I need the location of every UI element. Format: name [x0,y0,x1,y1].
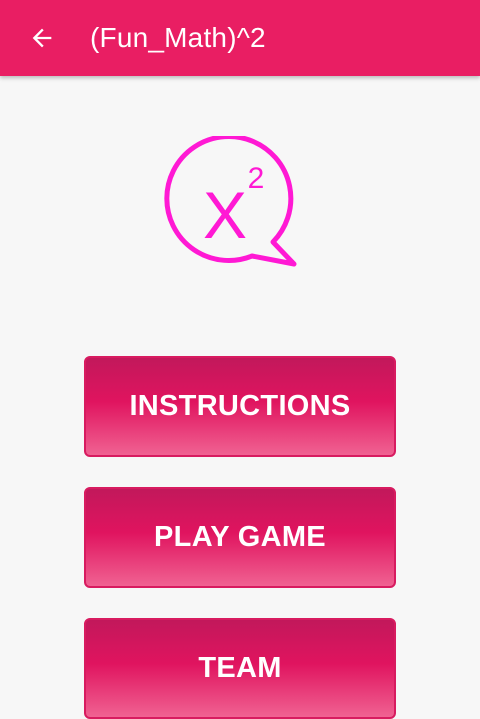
logo-exponent: 2 [248,162,265,195]
app-bar: (Fun_Math)^2 [0,0,480,76]
back-button[interactable] [14,10,70,66]
app-logo: X 2 [164,136,297,267]
instructions-button[interactable]: INSTRUCTIONS [84,356,396,457]
app-title: (Fun_Math)^2 [90,22,266,53]
logo-base: X [203,178,247,252]
main-content: X 2 INSTRUCTIONS PLAY GAME TEAM [0,76,480,719]
play-game-button[interactable]: PLAY GAME [84,487,396,588]
team-button[interactable]: TEAM [84,618,396,719]
arrow-left-icon [32,28,52,48]
